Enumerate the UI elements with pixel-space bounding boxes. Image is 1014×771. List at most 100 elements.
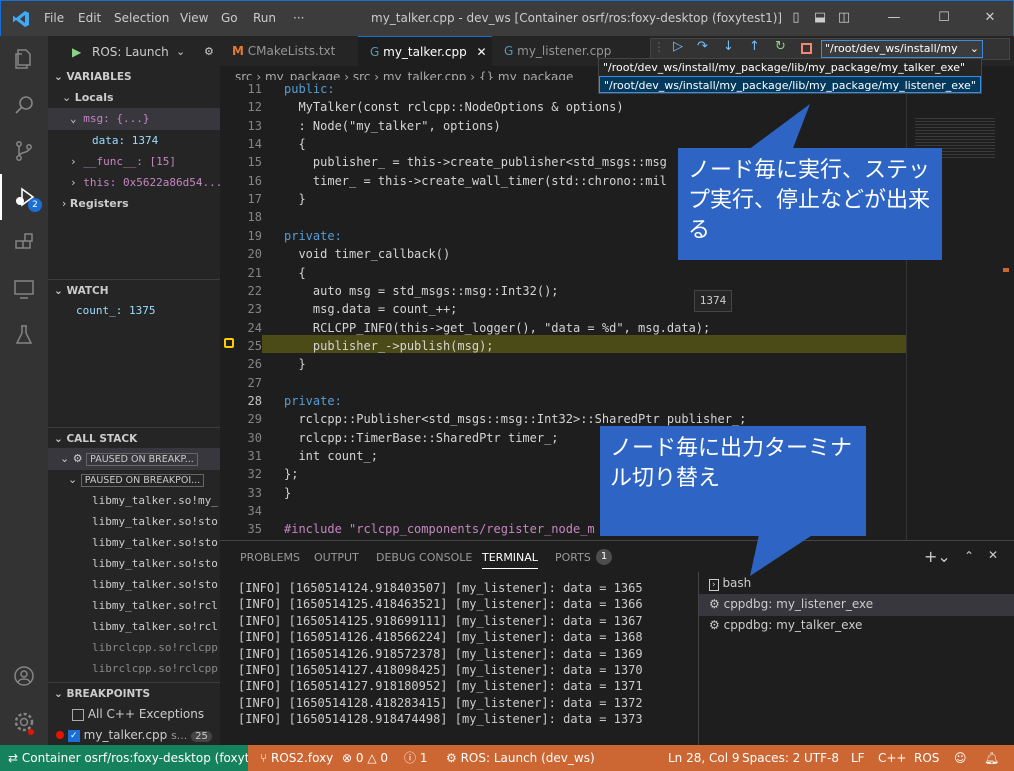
terminal-item-talker[interactable]: ⚙ cppdbg: my_talker_exe bbox=[709, 618, 862, 632]
start-debug-icon[interactable]: ▶ bbox=[72, 39, 81, 65]
stop-icon[interactable] bbox=[801, 43, 812, 54]
settings-gear-icon[interactable] bbox=[0, 699, 48, 745]
code-line: auto msg = std_msgs::msg::Int32(); bbox=[284, 283, 559, 298]
stack-frame[interactable]: librclcpp.so!rclcpp bbox=[48, 637, 220, 659]
vscode-logo-icon bbox=[13, 11, 29, 27]
stack-frame[interactable]: libmy_talker.so!my_ bbox=[48, 490, 220, 512]
stack-frame[interactable]: libmy_talker.so!sto bbox=[48, 553, 220, 575]
close-panel-icon[interactable]: ✕ bbox=[988, 548, 998, 562]
problems-status[interactable]: ⊗ 0 △ 0 bbox=[342, 745, 388, 771]
launch-config-select[interactable]: ROS: Launch bbox=[92, 39, 169, 65]
tab-ports[interactable]: PORTS bbox=[555, 551, 591, 564]
eol[interactable]: LF bbox=[851, 745, 865, 771]
restart-icon[interactable]: ↻ bbox=[775, 39, 786, 54]
extensions-icon[interactable] bbox=[0, 220, 48, 266]
tab-problems[interactable]: PROBLEMS bbox=[240, 551, 300, 564]
notifications-bell-icon[interactable]: 🔔︎ bbox=[984, 745, 999, 771]
toggle-panel-icon[interactable]: ⬓ bbox=[809, 7, 831, 29]
activity-bar: 2 bbox=[0, 36, 48, 745]
checkbox-unchecked[interactable] bbox=[72, 708, 84, 721]
run-debug-icon[interactable]: 2 bbox=[0, 174, 48, 220]
source-control-icon[interactable] bbox=[0, 128, 48, 174]
drag-handle-icon[interactable]: ⋮ bbox=[653, 40, 665, 54]
indentation[interactable]: Spaces: 2 bbox=[742, 745, 800, 771]
terminal-line: [INFO] [1650514127.418098425] [my_listen… bbox=[238, 663, 643, 677]
menu-selection[interactable]: Selection bbox=[114, 11, 169, 25]
toggle-sidebar-icon[interactable]: ▯ bbox=[785, 7, 807, 29]
variable-this[interactable]: › this: 0x5622a86d54... bbox=[48, 172, 220, 194]
code-line: } bbox=[284, 357, 306, 372]
layout-icon[interactable]: ◫ bbox=[833, 7, 855, 29]
ros-distro[interactable]: ⑂ ROS2.foxy bbox=[260, 745, 333, 771]
continue-icon[interactable]: ▷ bbox=[673, 39, 683, 54]
testing-icon[interactable] bbox=[0, 312, 48, 358]
code-line: private: bbox=[284, 228, 342, 243]
checkbox-checked[interactable]: ✓ bbox=[67, 729, 80, 742]
menu-run[interactable]: Run bbox=[253, 11, 276, 25]
menu-file[interactable]: File bbox=[44, 11, 64, 25]
stack-frame[interactable]: libmy_talker.so!rcl bbox=[48, 616, 220, 638]
thread-paused-1[interactable]: ⌄ ⚙ PAUSED ON BREAKP... bbox=[48, 448, 220, 470]
code-line: } bbox=[284, 485, 292, 500]
info-icon: ⓘ bbox=[404, 751, 420, 765]
tab-terminal[interactable]: TERMINAL bbox=[482, 551, 538, 569]
thread-paused-2[interactable]: ⌄ PAUSED ON BREAKPOI... bbox=[48, 469, 220, 491]
variable-func[interactable]: › __func__: [15] bbox=[48, 151, 220, 173]
terminal-item-listener[interactable]: ⚙ cppdbg: my_listener_exe bbox=[709, 597, 873, 611]
encoding[interactable]: UTF-8 bbox=[804, 745, 839, 771]
new-terminal-icon[interactable]: +⌄ bbox=[924, 547, 951, 566]
tab-my-talker[interactable]: G my_talker.cpp ✕ bbox=[358, 36, 492, 66]
breakpoint-all-exceptions[interactable]: All C++ Exceptions bbox=[48, 703, 220, 725]
menu-go[interactable]: Go bbox=[221, 11, 238, 25]
registers-scope[interactable]: › Registers bbox=[48, 193, 220, 215]
remote-indicator[interactable]: ⇄ Container osrf/ros:foxy-desktop (foxyt… bbox=[0, 745, 248, 771]
remote-explorer-icon[interactable] bbox=[0, 266, 48, 312]
menu-view[interactable]: View bbox=[180, 11, 208, 25]
ros-status[interactable]: ROS bbox=[914, 745, 939, 771]
stack-frame[interactable]: libmy_talker.so!rcl bbox=[48, 595, 220, 617]
code-line: msg.data = count_++; bbox=[284, 302, 458, 317]
call-stack-header[interactable]: ⌄ CALL STACK bbox=[48, 427, 220, 449]
language-mode[interactable]: C++ bbox=[878, 745, 907, 771]
close-button[interactable]: ✕ bbox=[979, 7, 1001, 29]
tab-output[interactable]: OUTPUT bbox=[314, 551, 359, 564]
stack-frame[interactable]: libmy_talker.so!sto bbox=[48, 532, 220, 554]
step-into-icon[interactable]: ↓ bbox=[723, 39, 734, 54]
stack-frame[interactable]: libmy_talker.so!sto bbox=[48, 574, 220, 596]
variable-data[interactable]: data: 1374 bbox=[48, 130, 220, 152]
callout-top: ノード毎に実行、ステップ実行、停止などが出来る bbox=[678, 148, 942, 260]
chevron-down-icon[interactable]: ⌄ bbox=[176, 39, 185, 65]
variable-msg[interactable]: ⌄ msg: {...} bbox=[48, 108, 220, 130]
step-out-icon[interactable]: ↑ bbox=[749, 39, 760, 54]
status-bar: ⇄ Container osrf/ros:foxy-desktop (foxyt… bbox=[0, 745, 1014, 771]
cursor-position[interactable]: Ln 28, Col 9 bbox=[668, 745, 740, 771]
tab-cmakelists[interactable]: M CMakeLists.txt bbox=[220, 36, 358, 66]
debug-target-dropdown[interactable]: "/root/dev_ws/install/my_package/lib/my_… bbox=[598, 58, 982, 94]
tab-debug-console[interactable]: DEBUG CONSOLE bbox=[376, 551, 472, 564]
watch-header[interactable]: ⌄ WATCH bbox=[48, 279, 220, 301]
feedback-icon[interactable]: ☺ bbox=[954, 745, 967, 771]
explorer-icon[interactable] bbox=[0, 36, 48, 82]
watch-item[interactable]: count_: 1375 bbox=[48, 300, 220, 322]
debug-settings-gear-icon[interactable]: ⚙ bbox=[204, 39, 214, 65]
debug-target-select[interactable]: "/root/dev_ws/install/my ⌄ bbox=[821, 40, 983, 58]
debug-launch-status[interactable]: ⚙ ROS: Launch (dev_ws) bbox=[446, 745, 595, 771]
minimize-button[interactable]: — bbox=[883, 7, 905, 29]
maximize-button[interactable]: ☐ bbox=[933, 7, 955, 29]
close-tab-icon[interactable]: ✕ bbox=[477, 45, 487, 59]
account-icon[interactable] bbox=[0, 653, 48, 699]
stack-frame[interactable]: libmy_talker.so!sto bbox=[48, 511, 220, 533]
dropdown-option[interactable]: "/root/dev_ws/install/my_package/lib/my_… bbox=[599, 59, 981, 76]
search-icon[interactable] bbox=[0, 82, 48, 128]
breakpoints-header[interactable]: ⌄ BREAKPOINTS bbox=[48, 682, 220, 704]
menu-edit[interactable]: Edit bbox=[78, 11, 101, 25]
locals-scope[interactable]: ⌄ Locals bbox=[48, 87, 220, 109]
menu-more[interactable]: ··· bbox=[293, 11, 304, 25]
dropdown-option-selected[interactable]: "/root/dev_ws/install/my_package/lib/my_… bbox=[599, 76, 981, 93]
info-status[interactable]: ⓘ 1 bbox=[404, 745, 427, 771]
stack-frame[interactable]: librclcpp.so!rclcpp bbox=[48, 658, 220, 680]
more-actions-icon[interactable]: ⌃ bbox=[964, 549, 974, 563]
step-over-icon[interactable]: ↷ bbox=[697, 39, 708, 54]
variables-header[interactable]: ⌄ VARIABLES bbox=[48, 66, 220, 88]
breakpoint-file[interactable]: ✓ my_talker.cpp s... 25 bbox=[48, 724, 220, 745]
